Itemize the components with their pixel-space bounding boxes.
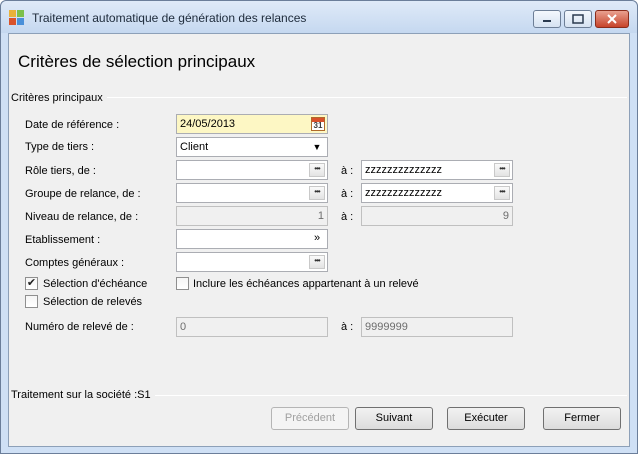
role-tiers-to-label: à : (341, 165, 354, 177)
window-title: Traitement automatique de génération des… (32, 11, 307, 25)
comptes-generaux-label: Comptes généraux : (25, 257, 125, 269)
selection-releves-label[interactable]: Sélection de relevés (43, 296, 142, 308)
type-tiers-label: Type de tiers : (25, 141, 95, 153)
close-button[interactable] (595, 10, 629, 28)
numero-releve-to-value: 9999999 (365, 321, 408, 333)
groupe-relance-to-input[interactable]: zzzzzzzzzzzzzz ••• (361, 183, 513, 203)
niveau-relance-from-value: 1 (317, 210, 324, 222)
dialog-content: Critères de sélection principaux Critère… (8, 33, 630, 447)
comptes-generaux-input[interactable]: ••• (176, 252, 328, 272)
maximize-button[interactable] (564, 10, 592, 28)
niveau-relance-to-input: 9 (361, 206, 513, 226)
company-info: Traitement sur la société :S1 (11, 389, 155, 401)
groupe-relance-to-value: zzzzzzzzzzzzzz (365, 187, 442, 199)
calendar-day: 31 (313, 121, 323, 130)
date-reference-input[interactable]: 24/05/2013 31 (176, 114, 328, 134)
ellipsis-icon[interactable]: ••• (309, 255, 325, 269)
checkmark-icon: ✔ (26, 277, 37, 289)
calendar-icon[interactable]: 31 (311, 117, 325, 131)
double-chevron-down-icon[interactable]: » (309, 232, 325, 246)
title-bar[interactable]: Traitement automatique de génération des… (1, 1, 637, 33)
close-icon (607, 14, 617, 24)
niveau-relance-to-label: à : (341, 211, 354, 223)
numero-releve-label: Numéro de relevé de : (25, 321, 134, 333)
previous-button[interactable]: Précédent (271, 407, 349, 430)
niveau-relance-to-value: 9 (502, 210, 509, 222)
ellipsis-icon[interactable]: ••• (494, 163, 510, 177)
section-title: Critères principaux (11, 92, 107, 104)
numero-releve-from-input: 0 (176, 317, 328, 337)
date-reference-value: 24/05/2013 (180, 118, 236, 130)
etablissement-label: Etablissement : (25, 234, 101, 246)
numero-releve-from-value: 0 (180, 321, 187, 333)
minimize-button[interactable] (533, 10, 561, 28)
inclure-echeances-checkbox[interactable] (176, 277, 189, 290)
execute-button[interactable]: Exécuter (447, 407, 525, 430)
inclure-echeances-label[interactable]: Inclure les échéances appartenant à un r… (193, 278, 419, 290)
ellipsis-icon[interactable]: ••• (494, 186, 510, 200)
selection-echeance-label[interactable]: Sélection d'échéance (43, 278, 147, 290)
role-tiers-label: Rôle tiers, de : (25, 165, 96, 177)
role-tiers-from-input[interactable]: ••• (176, 160, 328, 180)
etablissement-select[interactable]: » (176, 229, 328, 249)
niveau-relance-label: Niveau de relance, de : (25, 211, 139, 223)
niveau-relance-from-input: 1 (176, 206, 328, 226)
role-tiers-to-input[interactable]: zzzzzzzzzzzzzz ••• (361, 160, 513, 180)
minimize-icon (543, 20, 551, 22)
numero-releve-to-label: à : (341, 321, 354, 333)
role-tiers-to-value: zzzzzzzzzzzzzz (365, 164, 442, 176)
page-title: Critères de sélection principaux (18, 52, 256, 71)
ellipsis-icon[interactable]: ••• (309, 186, 325, 200)
groupe-relance-to-label: à : (341, 188, 354, 200)
groupe-relance-from-input[interactable]: ••• (176, 183, 328, 203)
ellipsis-icon[interactable]: ••• (309, 163, 325, 177)
next-button[interactable]: Suivant (355, 407, 433, 430)
numero-releve-to-input: 9999999 (361, 317, 513, 337)
app-grid-icon (9, 10, 25, 26)
type-tiers-select[interactable]: Client ▼ (176, 137, 328, 157)
date-reference-label: Date de référence : (25, 119, 120, 131)
selection-releves-checkbox[interactable] (25, 295, 38, 308)
groupe-relance-label: Groupe de relance, de : (25, 188, 141, 200)
chevron-down-icon[interactable]: ▼ (309, 140, 325, 154)
type-tiers-value: Client (180, 141, 209, 153)
dialog-window: Traitement automatique de génération des… (0, 0, 638, 454)
close-dialog-button[interactable]: Fermer (543, 407, 621, 430)
maximize-icon (572, 14, 584, 24)
selection-echeance-checkbox[interactable]: ✔ (25, 277, 38, 290)
